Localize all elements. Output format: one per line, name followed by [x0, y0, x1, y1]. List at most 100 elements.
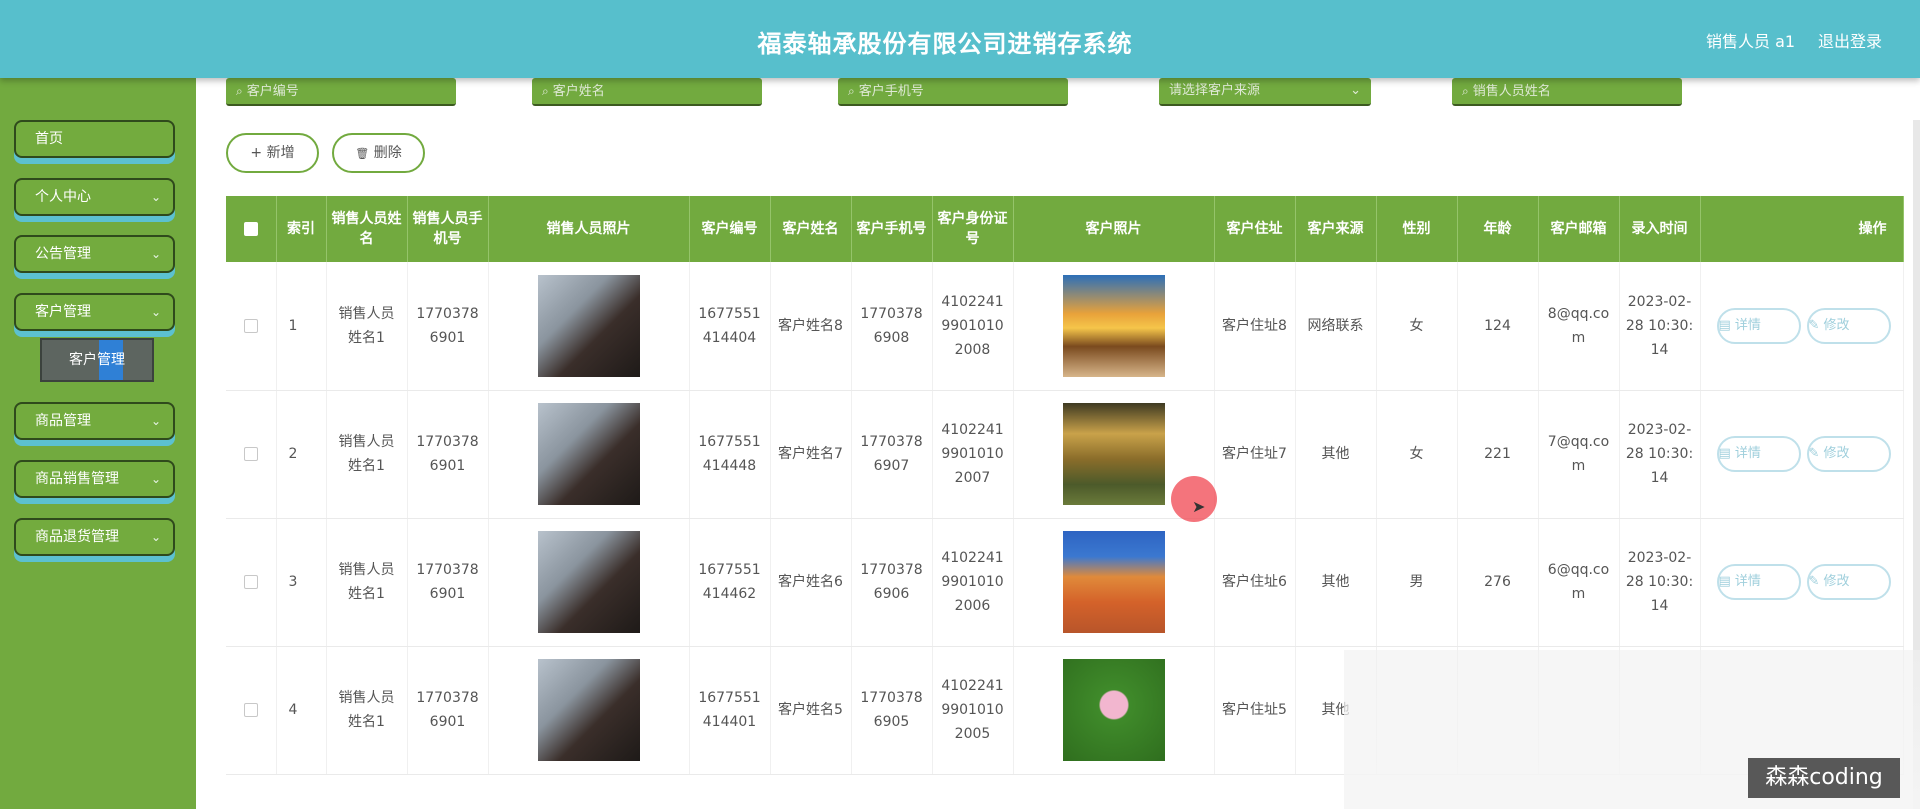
sidebar-item-label: 个人中心 — [35, 189, 91, 205]
seller-photo — [537, 659, 640, 761]
select-cell[interactable] — [226, 518, 277, 647]
row-checkbox[interactable] — [243, 318, 258, 333]
sidebar-item-label: 商品退货管理 — [35, 529, 119, 545]
sidebar-item-customer[interactable]: 客户管理 ⌄ — [14, 293, 175, 331]
col-header: 客户住址 — [1214, 196, 1296, 262]
sidebar-item-label: 公告管理 — [35, 246, 91, 262]
trash-icon: 🗑 — [355, 147, 370, 160]
source-cell: 其他 — [1295, 518, 1377, 647]
edit-button[interactable]: ✎ 修改 — [1806, 564, 1891, 600]
chevron-down-icon: ⌄ — [1350, 83, 1361, 98]
edit-button[interactable]: ✎ 修改 — [1806, 436, 1891, 472]
gender-cell: 女 — [1376, 262, 1458, 391]
customer-no-cell: 1677551414401 — [689, 646, 771, 775]
select-cell[interactable] — [226, 646, 277, 775]
edit-label: 修改 — [1823, 317, 1850, 333]
source-cell: 网络联系 — [1295, 262, 1377, 391]
placeholder: 客户手机号 — [858, 84, 924, 99]
customer-name-input[interactable]: ⌕ 客户姓名 — [532, 78, 762, 106]
address-cell: 客户住址7 — [1214, 390, 1296, 519]
time-cell: 2023-02-28 10:30:14 — [1619, 390, 1701, 519]
placeholder: 客户姓名 — [552, 84, 605, 99]
chevron-down-icon: ⌄ — [150, 305, 161, 319]
plus-icon: + — [250, 145, 263, 161]
mouse-cursor-icon: ➤ — [1192, 497, 1206, 516]
row-checkbox[interactable] — [243, 703, 258, 717]
age-cell: 221 — [1457, 390, 1539, 519]
customer-no-cell: 1677551414404 — [689, 262, 771, 391]
index-cell: 1 — [276, 262, 327, 391]
detail-label: 详情 — [1734, 446, 1761, 461]
sidebar-item-notice[interactable]: 公告管理 ⌄ — [14, 235, 175, 273]
select-cell[interactable] — [226, 390, 277, 519]
customer-name-cell: 客户姓名6 — [770, 518, 852, 647]
detail-button[interactable]: ▤ 详情 — [1716, 436, 1801, 472]
app-title: 福泰轴承股份有限公司进销存系统 — [757, 30, 1133, 58]
customer-no-cell: 1677551414462 — [689, 518, 771, 647]
chevron-down-icon: ⌄ — [150, 530, 161, 544]
email-cell: 8@qq.com — [1538, 262, 1620, 391]
col-header: 销售人员姓名 — [326, 196, 408, 262]
placeholder: 销售人员姓名 — [1472, 84, 1551, 99]
col-header: 客户姓名 — [770, 196, 852, 262]
seller-name-cell: 销售人员姓名1 — [326, 646, 408, 775]
index-cell: 4 — [276, 646, 327, 775]
watermark: 森森coding — [1748, 758, 1900, 798]
checkbox[interactable] — [243, 222, 258, 236]
placeholder: 请选择客户来源 — [1169, 83, 1261, 98]
customer-phone-input[interactable]: ⌕ 客户手机号 — [838, 78, 1068, 106]
chevron-down-icon: ⌄ — [150, 247, 161, 261]
customer-photo-cell — [1013, 262, 1215, 391]
seller-phone-cell: 17703786901 — [407, 518, 489, 647]
email-cell: 6@qq.com — [1538, 518, 1620, 647]
gender-cell: 女 — [1376, 390, 1458, 519]
customer-name-cell: 客户姓名5 — [770, 646, 852, 775]
row-checkbox[interactable] — [243, 575, 258, 589]
sidebar-item-returns[interactable]: 商品退货管理 ⌄ — [14, 518, 175, 556]
sidebar-subitem-customer[interactable]: 客户管理 — [40, 338, 154, 382]
seller-photo — [537, 531, 640, 633]
id-no-cell: 410224199010102006 — [932, 518, 1014, 647]
sidebar-item-product[interactable]: 商品管理 ⌄ — [14, 402, 175, 440]
time-cell: 2023-02-28 10:30:14 — [1619, 518, 1701, 647]
customer-phone-cell: 17703786906 — [851, 518, 933, 647]
customer-no-cell: 1677551414448 — [689, 390, 771, 519]
detail-button[interactable]: ▤ 详情 — [1716, 307, 1801, 344]
table-row: 3 销售人员姓名1 17703786901 1677551414462 客户姓名6 177… — [226, 518, 1904, 647]
row-checkbox[interactable] — [243, 447, 258, 461]
col-header: 性别 — [1376, 196, 1458, 262]
sidebar-item-personal[interactable]: 个人中心 ⌄ — [14, 178, 175, 216]
sidebar: 首页 个人中心 ⌄ 公告管理 ⌄ 客户管理 ⌄ 客户管理 商品管理 ⌄ 商品销售… — [0, 78, 196, 809]
customer-source-select[interactable]: 请选择客户来源 ⌄ — [1159, 78, 1371, 106]
col-header: 操作 — [1700, 196, 1904, 262]
sidebar-item-sales[interactable]: 商品销售管理 ⌄ — [14, 460, 175, 498]
source-cell: 其他 — [1295, 390, 1377, 519]
seller-name-input[interactable]: ⌕ 销售人员姓名 — [1452, 78, 1682, 106]
table-header: 索引 销售人员姓名 销售人员手机号 销售人员照片 客户编号 客户姓名 客户手机号… — [226, 196, 1904, 262]
col-header: 销售人员手机号 — [407, 196, 489, 262]
customer-photo-cell — [1013, 518, 1215, 647]
select-all-checkbox[interactable] — [226, 196, 277, 262]
add-button[interactable]: + 新增 — [226, 133, 319, 173]
edit-button[interactable]: ✎ 修改 — [1806, 307, 1891, 344]
logout-link[interactable]: 退出登录 — [1818, 28, 1882, 52]
col-header: 客户照片 — [1013, 196, 1215, 262]
edit-label: 修改 — [1823, 446, 1850, 461]
add-label: 新增 — [266, 145, 295, 161]
index-cell: 3 — [276, 518, 327, 647]
delete-button[interactable]: 🗑 删除 — [332, 133, 425, 173]
customer-no-input[interactable]: ⌕ 客户编号 — [226, 78, 456, 106]
seller-photo-cell — [488, 646, 690, 775]
select-cell[interactable] — [226, 262, 277, 391]
customer-photo-cell — [1013, 646, 1215, 775]
seller-photo — [537, 403, 640, 505]
col-header: 客户编号 — [689, 196, 771, 262]
col-header: 客户邮箱 — [1538, 196, 1620, 262]
sidebar-item-label: 商品销售管理 — [35, 471, 119, 487]
sidebar-item-home[interactable]: 首页 — [14, 120, 175, 158]
col-header: 销售人员照片 — [488, 196, 690, 262]
search-icon: ⌕ — [848, 84, 855, 98]
detail-button[interactable]: ▤ 详情 — [1716, 564, 1801, 600]
actions-cell: ▤ 详情 ✎ 修改 — [1700, 390, 1904, 519]
edit-label: 修改 — [1823, 574, 1850, 589]
